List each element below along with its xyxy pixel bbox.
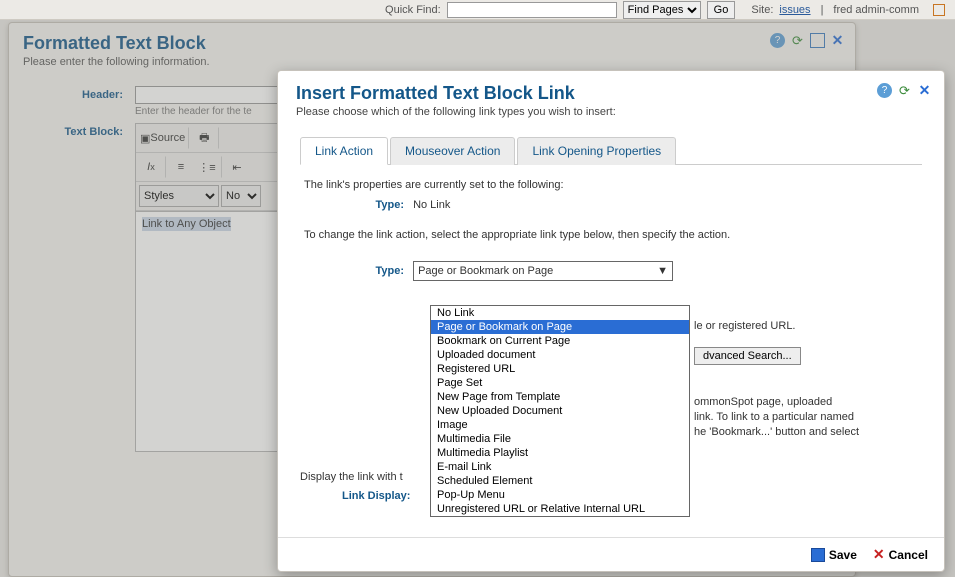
modal-title: Insert Formatted Text Block Link: [278, 71, 944, 106]
quickfind-input[interactable]: [447, 2, 617, 18]
modal-subtitle: Please choose which of the following lin…: [278, 106, 944, 126]
tab-link-action[interactable]: Link Action: [300, 137, 388, 165]
type-option[interactable]: Scheduled Element: [431, 474, 689, 488]
save-button[interactable]: Save: [811, 546, 857, 563]
tab-link-opening[interactable]: Link Opening Properties: [517, 137, 676, 165]
findpages-select[interactable]: Find Pages: [623, 1, 701, 19]
cancel-icon: ✕: [873, 546, 885, 563]
type-option[interactable]: Pop-Up Menu: [431, 488, 689, 502]
modal-footer: Save ✕ Cancel: [278, 537, 944, 571]
help-icon[interactable]: ?: [877, 83, 892, 98]
go-button[interactable]: Go: [707, 1, 736, 19]
save-icon: [811, 548, 825, 562]
type-option[interactable]: New Uploaded Document: [431, 404, 689, 418]
display-link-line: Display the link with t: [300, 471, 403, 483]
type-option[interactable]: Unregistered URL or Relative Internal UR…: [431, 502, 689, 516]
maximize-icon[interactable]: [933, 4, 945, 16]
cancel-button[interactable]: ✕ Cancel: [873, 546, 928, 563]
change-instruction: To change the link action, select the ap…: [304, 229, 918, 241]
type-option[interactable]: Uploaded document: [431, 348, 689, 362]
type-option[interactable]: Page or Bookmark on Page: [431, 320, 689, 334]
type-option[interactable]: E-mail Link: [431, 460, 689, 474]
partial-help-text: ommonSpot page, uploaded link. To link t…: [694, 395, 930, 440]
site-link[interactable]: issues: [779, 4, 810, 16]
type-label: Type:: [304, 199, 404, 211]
partial-text-1: le or registered URL.: [694, 320, 796, 332]
type-option[interactable]: Image: [431, 418, 689, 432]
type-option[interactable]: Registered URL: [431, 362, 689, 376]
current-type-value: No Link: [413, 199, 450, 211]
refresh-icon[interactable]: ⟳: [897, 83, 912, 98]
type-option[interactable]: New Page from Template: [431, 390, 689, 404]
site-label: Site:: [751, 4, 773, 16]
type-dropdown-list[interactable]: No LinkPage or Bookmark on PageBookmark …: [430, 305, 690, 517]
type-option[interactable]: Multimedia Playlist: [431, 446, 689, 460]
chevron-down-icon: ▼: [657, 265, 668, 277]
type-label-2: Type:: [304, 265, 404, 277]
link-display-label: Link Display:: [342, 490, 410, 502]
quickfind-label: Quick Find:: [385, 4, 441, 16]
type-select[interactable]: Page or Bookmark on Page ▼: [413, 261, 673, 281]
user-label: fred admin-comm: [833, 4, 919, 16]
current-properties-line: The link's properties are currently set …: [304, 179, 918, 191]
top-toolbar: Quick Find: Find Pages Go Site: issues |…: [0, 0, 955, 20]
close-icon[interactable]: ✕: [917, 83, 932, 98]
type-option[interactable]: Page Set: [431, 376, 689, 390]
advanced-search-button[interactable]: dvanced Search...: [694, 347, 801, 365]
tab-mouseover-action[interactable]: Mouseover Action: [390, 137, 515, 165]
type-option[interactable]: Multimedia File: [431, 432, 689, 446]
type-option[interactable]: Bookmark on Current Page: [431, 334, 689, 348]
type-option[interactable]: No Link: [431, 306, 689, 320]
tab-bar: Link Action Mouseover Action Link Openin…: [300, 136, 922, 165]
